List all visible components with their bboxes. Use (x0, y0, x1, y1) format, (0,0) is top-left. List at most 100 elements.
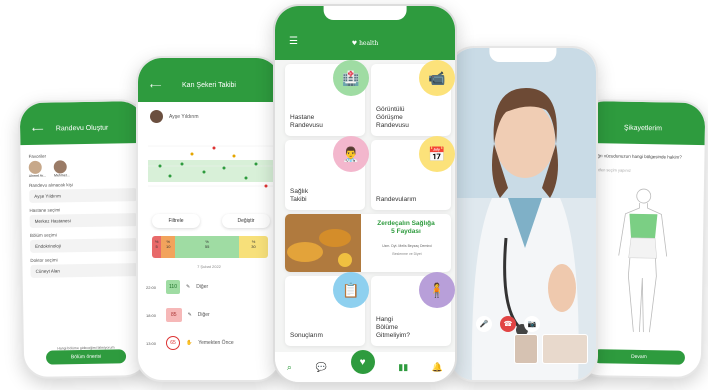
call-controls: 🎤 ☎ 📷 (476, 316, 540, 332)
back-icon[interactable]: ⟵ (32, 124, 44, 133)
field-label: Hastane seçimi (29, 207, 61, 213)
back-icon[interactable]: ⟵ (150, 81, 161, 90)
user-row[interactable]: Ayşe Yıldırım (150, 110, 199, 123)
segment: % 5 (152, 236, 162, 258)
segment: % 30 (238, 236, 268, 258)
change-button[interactable]: Değiştir (222, 214, 270, 228)
camera-icon[interactable]: 📷 (524, 316, 540, 332)
tile-label: Sonuçlarım (290, 332, 323, 339)
segment: % 55 (175, 236, 239, 258)
pencil-icon: ✎ (185, 284, 191, 290)
department-suggest-button[interactable]: Bölüm önerisi (45, 349, 127, 365)
body-icon: 🧍 (419, 272, 455, 308)
pencil-icon: ✎ (187, 312, 192, 318)
reading-note: Diğer (197, 312, 210, 318)
date-label: 7 Şubat 2022 (197, 264, 221, 269)
question-text: Ağrı vücudunuzun hangi bölgesinde hakim? (594, 153, 682, 160)
reading-value: 110 (166, 280, 180, 294)
header: Şikayetlerim (580, 100, 706, 146)
video-camera-icon: 📹 (419, 60, 455, 96)
favorite-name: Mehmet... (53, 173, 70, 178)
body-map[interactable] (611, 186, 674, 337)
reading-row[interactable]: 22:00 110 ✎ Diğer (146, 276, 272, 298)
tile-label: Randevularım (376, 196, 417, 203)
hang-up-icon[interactable]: ☎ (500, 316, 516, 332)
reading-note: Diğer (196, 284, 209, 290)
home-stethoscope-icon[interactable]: ♥ (350, 350, 375, 374)
header: ⟵ Kan Şekeri Takibi (138, 58, 280, 102)
filter-button[interactable]: Filtrele (152, 214, 200, 228)
avatar (28, 160, 42, 174)
reading-note: Yemekten Önce (198, 340, 234, 346)
hint-text: Lütfen seçim yapınız (594, 167, 631, 173)
doctor-icon: 👨‍⚕️ (333, 136, 369, 172)
reading-row[interactable]: 13:00 65 ✋ Yemekten Önce (146, 332, 272, 354)
tile-label: Hastane Randevusu (290, 114, 323, 129)
header: ⟵ Randevu Oluştur (19, 100, 145, 146)
reading-time: 18:00 (146, 312, 157, 318)
reading-time: 22:00 (146, 284, 157, 290)
calendar-icon: 📅 (419, 136, 455, 172)
notch (323, 6, 407, 20)
turmeric-image (285, 214, 361, 272)
stats-icon[interactable]: ▮▮ (398, 362, 408, 373)
segment: % 10 (161, 236, 176, 258)
page-title: Şikayetlerim (623, 124, 663, 132)
field-label: Bölüm seçimi (29, 232, 57, 238)
tile-which-department[interactable]: 🧍 Hangi Bölüme Gitmeliyim? (371, 272, 455, 346)
app-logo: ♥ health (351, 40, 379, 47)
mic-icon[interactable]: 🎤 (476, 316, 492, 332)
avatar (150, 110, 163, 123)
search-icon[interactable]: ⌕ (287, 362, 292, 373)
favorite-name: Ahmet Ar... (28, 173, 47, 178)
favorite-item[interactable]: Ahmet Ar... (28, 160, 47, 178)
tile-label: Hangi Bölüme Gitmeliyim? (376, 316, 410, 339)
stethoscope-icon: ♥ (351, 40, 358, 47)
tile-label: Görüntülü Görüşme Randevusu (376, 106, 409, 129)
favorites-label: Favoriler (28, 153, 47, 159)
self-view-thumbnail[interactable] (542, 334, 588, 364)
tile-hospital-appointment[interactable]: 🏥 Hastane Randevusu (285, 60, 369, 136)
distribution-bar: % 5 % 10 % 55 % 30 (152, 236, 268, 258)
reading-value: 65 (166, 336, 180, 350)
reading-time: 13:00 (146, 340, 157, 346)
tile-video-appointment[interactable]: 📹 Görüntülü Görüşme Randevusu (371, 60, 455, 136)
phone-appointment: ⟵ Randevu Oluştur Favoriler Ahmet Ar... … (17, 98, 151, 380)
doctor-select[interactable]: Cüneyt Alan (30, 263, 139, 278)
tile-label: Sağlık Takibi (290, 188, 309, 203)
field-label: Doktor seçimi (30, 257, 58, 263)
scatter-chart (148, 145, 276, 188)
torso-selected (629, 213, 658, 239)
bottom-nav: ⌕ 💬 ♥ ▮▮ 🔔 (275, 350, 455, 382)
reading-row[interactable]: 18:00 85 ✎ Diğer (146, 304, 272, 326)
phone-video-call: 🎤 ☎ 📷 (448, 46, 598, 382)
chat-icon[interactable]: 💬 (316, 362, 327, 373)
bell-icon[interactable]: 🔔 (432, 362, 443, 373)
page-title: Randevu Oluştur (55, 124, 109, 132)
page-title: Kan Şekeri Takibi (182, 81, 236, 89)
phone-blood-sugar: ⟵ Kan Şekeri Takibi Ayşe Yıldırım Filtre… (136, 56, 282, 382)
article-author: Uzm. Dyt. Melis Beyzaç Demirci (382, 244, 432, 248)
tile-my-results[interactable]: 📋 Sonuçlarım (285, 272, 369, 346)
user-name: Ayşe Yıldırım (169, 113, 199, 120)
continue-button[interactable]: Devam (592, 349, 686, 365)
department-select[interactable]: Endokrinoloji (30, 238, 139, 253)
clipboard-icon: 📋 (333, 272, 369, 308)
phone-home: ☰ ♥ health 🏥 Hastane Randevusu 📹 Görüntü… (273, 4, 457, 384)
article-title: Zerdeçalın Sağlığa 5 Faydası (377, 220, 435, 235)
favorite-item[interactable]: Mehmet... (53, 160, 70, 178)
second-view-thumbnail[interactable] (514, 334, 538, 364)
article-banner[interactable]: Zerdeçalın Sağlığa 5 Faydası Uzm. Dyt. M… (285, 214, 451, 272)
hospital-select[interactable]: Merkez Hastanesi (29, 213, 138, 228)
readings-list: 22:00 110 ✎ Diğer 18:00 85 ✎ Diğer 13:00 6… (146, 276, 272, 354)
article-subtitle: Beslenme ve Diyet (392, 252, 422, 256)
hospital-icon: 🏥 (333, 60, 369, 96)
hand-icon: ✋ (186, 340, 193, 346)
field-label: Randevu alınacak kişi (29, 182, 73, 188)
person-select[interactable]: Ayşe Yıldırım (29, 188, 138, 203)
reading-value: 85 (166, 308, 182, 322)
tile-my-appointments[interactable]: 📅 Randevularım (371, 136, 455, 210)
tile-health-tracking[interactable]: 👨‍⚕️ Sağlık Takibi (285, 136, 369, 210)
notch (489, 48, 557, 62)
avatar (53, 160, 67, 174)
